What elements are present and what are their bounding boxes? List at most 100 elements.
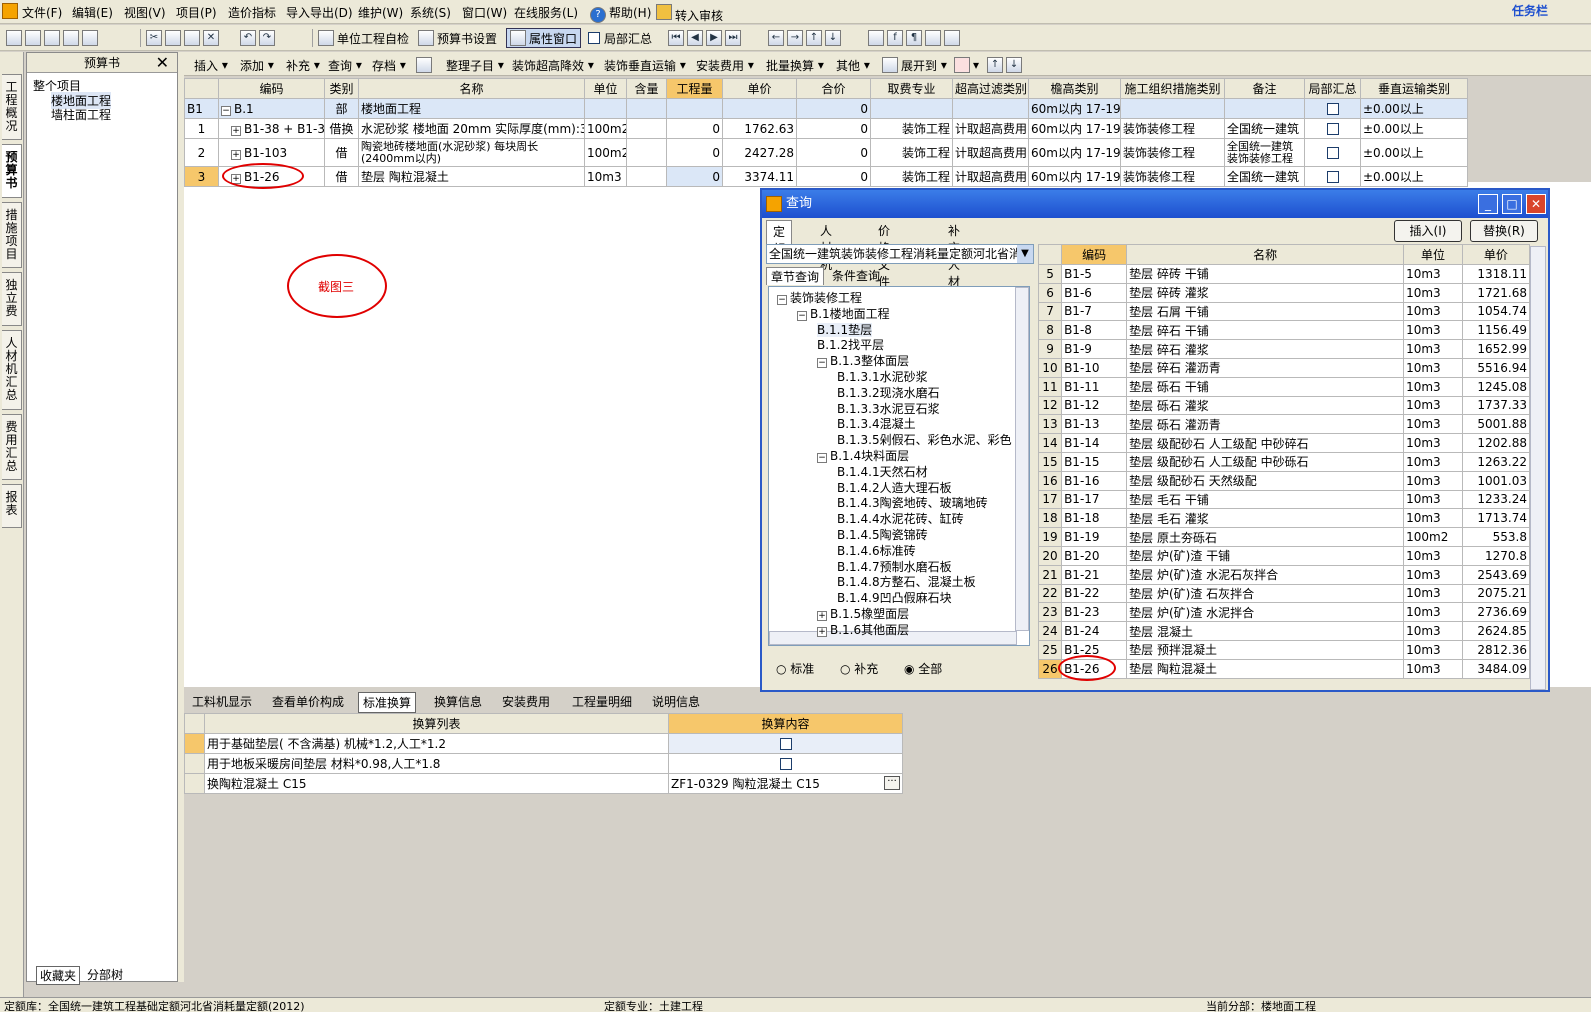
- table-row[interactable]: 12 B1-12 垫层 砾石 灌浆 10m3 1737.33: [1037, 395, 1531, 416]
- tab-favorites[interactable]: 收藏夹: [36, 966, 81, 985]
- col-header-fee[interactable]: 取费专业: [870, 78, 953, 99]
- chapter-tree-node[interactable]: B.1.4.5陶瓷锦砖: [837, 526, 928, 543]
- tab-measures[interactable]: 措施项目: [2, 202, 22, 268]
- install-fee-menu[interactable]: 安装费用 ▾: [696, 55, 754, 75]
- cell-code[interactable]: B1-8: [1061, 320, 1128, 341]
- cell-unit[interactable]: 10m3: [1403, 508, 1463, 529]
- cell-price[interactable]: 2427.28: [722, 138, 797, 167]
- cell-unit[interactable]: 10m3: [1403, 489, 1463, 510]
- tab-condition-search[interactable]: 条件查询: [828, 267, 884, 284]
- cell-name[interactable]: 垫层 碎石 灌沥青: [1126, 357, 1405, 378]
- menu-online-service[interactable]: 在线服务(L): [514, 4, 578, 21]
- open-icon[interactable]: [44, 30, 60, 46]
- chapter-tree-node[interactable]: B.1.3.2现浇水磨石: [837, 384, 940, 401]
- binoculars-icon[interactable]: [416, 57, 432, 73]
- cell-filter[interactable]: 计取超高费用: [952, 138, 1029, 167]
- col-header-org[interactable]: 施工组织措施类别: [1120, 78, 1225, 99]
- tab-division-tree[interactable]: 分部树: [84, 966, 126, 983]
- cell-code[interactable]: B1-14: [1061, 433, 1128, 453]
- menu-maintain[interactable]: 维护(W): [358, 4, 403, 21]
- cell-code[interactable]: B1-12: [1061, 395, 1128, 416]
- tree-item-wall[interactable]: 墙柱面工程: [51, 106, 111, 123]
- cell-name[interactable]: 垫层 级配砂石 天然级配: [1126, 470, 1405, 491]
- cell-quantity[interactable]: 0: [666, 138, 723, 167]
- cell-code[interactable]: B1-20: [1061, 545, 1128, 566]
- cell-price[interactable]: 1156.49: [1461, 320, 1531, 341]
- cell-unit[interactable]: 10m3: [1403, 433, 1463, 453]
- cell-name[interactable]: 垫层 陶粒混凝土: [1126, 658, 1405, 679]
- collapse-node-icon[interactable]: −: [777, 295, 787, 305]
- col-header-eave[interactable]: 檐高类别: [1028, 78, 1121, 99]
- cell-fee[interactable]: [870, 98, 953, 119]
- cell-code[interactable]: − B.1: [218, 98, 325, 119]
- move-left-icon[interactable]: ←: [768, 30, 784, 46]
- cell-unit[interactable]: 10m3: [1403, 414, 1463, 435]
- table-row[interactable]: 3 + B1-26 借 垫层 陶粒混凝土 10m3 0 3374.11 0 装饰工…: [184, 166, 1468, 187]
- arrow-up-icon[interactable]: ↑: [987, 57, 1004, 73]
- archive-menu[interactable]: 存档 ▾: [372, 55, 406, 75]
- cell-name[interactable]: 垫层 砾石 灌沥青: [1126, 414, 1405, 435]
- collapse-node-icon[interactable]: −: [817, 358, 827, 369]
- tab-unit-price[interactable]: 查看单价构成: [268, 692, 348, 711]
- minimize-icon[interactable]: _: [1478, 194, 1498, 214]
- cell-name[interactable]: 楼地面工程: [358, 98, 585, 119]
- paragraph-icon[interactable]: ¶: [906, 30, 922, 46]
- columns-icon[interactable]: [944, 30, 960, 46]
- cell-name[interactable]: 垫层 炉(矿)渣 干铺: [1126, 545, 1405, 566]
- arrow-down-icon[interactable]: ↓: [1006, 57, 1023, 73]
- chapter-tree-node[interactable]: B.1.2找平层: [817, 336, 884, 353]
- cell-content[interactable]: [626, 118, 667, 139]
- new-file-icon[interactable]: [6, 30, 22, 46]
- table-row[interactable]: 21 B1-21 垫层 炉(矿)渣 水泥石灰拌合 10m3 2543.69: [1037, 564, 1531, 585]
- table-row[interactable]: 20 B1-20 垫层 炉(矿)渣 干铺 10m3 1270.8: [1037, 545, 1531, 566]
- cell-price[interactable]: 1054.74: [1461, 301, 1531, 322]
- cell-org[interactable]: [1120, 98, 1225, 119]
- other-menu[interactable]: 其他 ▾: [836, 55, 870, 75]
- budget-settings-button[interactable]: 预算书设置: [418, 28, 497, 48]
- conversion-content-cell[interactable]: ZF1-0329 陶粒混凝土 C15 ···: [668, 773, 903, 794]
- menu-import-export[interactable]: 导入导出(D): [286, 4, 353, 21]
- cell-name[interactable]: 垫层 炉(矿)渣 水泥拌合: [1126, 602, 1405, 623]
- last-icon[interactable]: ⏭: [725, 30, 741, 46]
- col-header-filter[interactable]: 超高过滤类别: [952, 78, 1029, 99]
- tab-report[interactable]: 报表: [2, 484, 22, 528]
- col-header-total[interactable]: 合价: [796, 78, 871, 99]
- cell-name[interactable]: 垫层 炉(矿)渣 石灰拌合: [1126, 583, 1405, 604]
- insert-button[interactable]: 插入(I): [1394, 220, 1462, 242]
- chapter-tree-node[interactable]: B.1.3.4混凝土: [837, 415, 916, 432]
- cell-filter[interactable]: 计取超高费用: [952, 118, 1029, 139]
- chapter-tree-node[interactable]: + B.1.6其他面层: [817, 621, 909, 638]
- chapter-tree-node[interactable]: B.1.4.3陶瓷地砖、玻璃地砖: [837, 494, 988, 511]
- chevron-down-icon[interactable]: ▼: [1017, 245, 1033, 263]
- tab-standard-conversion[interactable]: 标准换算: [358, 692, 417, 713]
- cell-content[interactable]: [626, 98, 667, 119]
- cell-name[interactable]: 垫层 砾石 干铺: [1126, 376, 1405, 397]
- cell-code[interactable]: B1-22: [1061, 583, 1128, 604]
- cell-price[interactable]: 2075.21: [1461, 583, 1531, 604]
- move-right-icon[interactable]: →: [787, 30, 803, 46]
- collapse-node-icon[interactable]: −: [797, 310, 807, 321]
- cell-local[interactable]: [1304, 138, 1361, 167]
- query-menu[interactable]: 查询 ▾: [328, 55, 362, 75]
- cell-code[interactable]: B1-11: [1061, 376, 1128, 397]
- cell-price[interactable]: 1652.99: [1461, 339, 1531, 359]
- cell-unit[interactable]: 10m3: [1403, 564, 1463, 585]
- table-row[interactable]: 17 B1-17 垫层 毛石 干铺 10m3 1233.24: [1037, 489, 1531, 510]
- cell-price[interactable]: 1737.33: [1461, 395, 1531, 416]
- add-menu[interactable]: 添加 ▾: [240, 55, 274, 75]
- delete-icon[interactable]: ✕: [203, 30, 219, 46]
- table-row[interactable]: 18 B1-18 垫层 毛石 灌浆 10m3 1713.74: [1037, 508, 1531, 529]
- tab-independent-fee[interactable]: 独立费: [2, 272, 22, 326]
- cell-code[interactable]: B1-23: [1061, 602, 1128, 623]
- maximize-icon[interactable]: □: [1502, 194, 1522, 214]
- cell-code[interactable]: B1-15: [1061, 451, 1128, 472]
- move-up-icon[interactable]: ↑: [806, 30, 822, 46]
- menu-edit[interactable]: 编辑(E): [72, 4, 113, 21]
- cell-price[interactable]: 3484.09: [1461, 658, 1531, 679]
- cell-code[interactable]: B1-5: [1061, 264, 1128, 284]
- cell-price[interactable]: 2812.36: [1461, 639, 1531, 660]
- close-icon[interactable]: ✕: [1526, 194, 1546, 214]
- quota-header-name[interactable]: 名称: [1126, 244, 1405, 265]
- cell-name[interactable]: 垫层 毛石 干铺: [1126, 489, 1405, 510]
- cell-unit[interactable]: 10m3: [1403, 621, 1463, 641]
